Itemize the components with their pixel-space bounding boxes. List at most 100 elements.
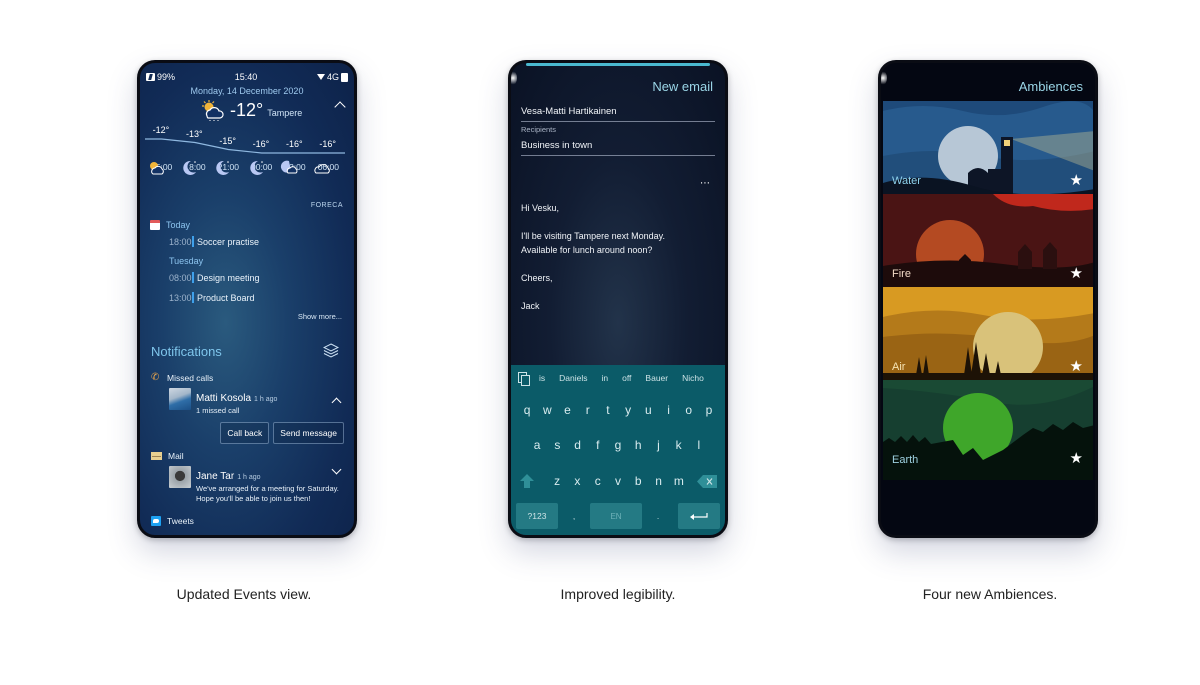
event-color-bar (192, 272, 194, 283)
key-h[interactable]: h (628, 438, 648, 452)
forecast-slot[interactable]: 21:00 (213, 159, 243, 175)
moon-cloud-icon (280, 160, 298, 174)
missed-call-notification[interactable]: Matti Kosola 1 h ago 1 missed call (169, 388, 344, 416)
missed-calls-group: ✆ Missed calls Matti Kosola 1 h ago 1 mis… (151, 373, 344, 444)
suggestion[interactable]: is (539, 373, 545, 383)
moon-icon (183, 160, 196, 175)
notifications-heading: Notifications (151, 344, 222, 359)
forecast-slot[interactable]: 15:00 (147, 159, 177, 175)
body-line: Jack (521, 301, 540, 311)
key-s[interactable]: s (547, 438, 567, 452)
show-more-link[interactable]: Show more... (298, 312, 342, 321)
key-r[interactable]: r (578, 403, 598, 417)
phone-icon: ✆ (151, 372, 160, 383)
key-n[interactable]: n (648, 474, 668, 488)
mail-preview-line: We've arranged for a meeting for Saturda… (196, 484, 339, 493)
event-time: 13:00 (169, 292, 192, 303)
subject-field[interactable]: Business in town (521, 140, 715, 156)
suggestion[interactable]: Daniels (559, 373, 587, 383)
event-time: 18:00 (169, 236, 192, 247)
suggestion[interactable]: in (602, 373, 609, 383)
key-q[interactable]: q (517, 403, 537, 417)
current-weather[interactable]: -12° Tampere (200, 99, 302, 121)
key-c[interactable]: c (588, 474, 608, 488)
key-o[interactable]: o (679, 403, 699, 417)
send-message-button[interactable]: Send message (273, 422, 344, 444)
collapse-weather-chevron-icon[interactable] (334, 101, 346, 113)
moon-icon (249, 160, 263, 175)
timestamp: 1 h ago (254, 396, 278, 403)
clear-notifications-layers-icon[interactable] (323, 343, 339, 359)
ambience-name: Fire (892, 268, 911, 280)
backspace-key-icon[interactable] (697, 475, 717, 488)
favorite-star-icon[interactable]: ★ (1070, 451, 1083, 466)
key-j[interactable]: j (648, 438, 668, 452)
page-indicator-glow (511, 71, 517, 85)
forecast-temperature: -15° (219, 135, 236, 146)
space-key[interactable]: EN (590, 503, 642, 529)
forecast-temperature: -12° (152, 125, 170, 135)
forecast-slot[interactable]: 06:00 (313, 159, 343, 174)
forecast-slot[interactable]: 18:00 (180, 159, 210, 175)
key-b[interactable]: b (628, 474, 648, 488)
sim-icon (341, 72, 348, 82)
email-body-field[interactable]: Hi Vesku, I'll be visiting Tampere next … (521, 201, 715, 327)
forecast-temperature: -16° (319, 139, 336, 149)
key-p[interactable]: p (699, 403, 719, 417)
calendar-event[interactable]: 13:00 Product Board (169, 292, 344, 303)
period-key[interactable]: . (647, 511, 669, 521)
tweets-group[interactable]: Tweets (151, 516, 344, 526)
forecast-slot[interactable]: 00:00 (247, 159, 277, 175)
favorite-star-icon[interactable]: ★ (1070, 173, 1083, 188)
page-indicator-glow (881, 71, 887, 85)
fire-ambience-image (883, 194, 1093, 287)
key-w[interactable]: w (537, 403, 557, 417)
key-l[interactable]: l (689, 438, 709, 452)
air-ambience-image (883, 287, 1093, 380)
to-field[interactable]: Vesa-Matti Hartikainen (521, 106, 715, 122)
favorite-star-icon[interactable]: ★ (1070, 266, 1083, 281)
partly-cloudy-sun-icon (202, 100, 224, 121)
favorite-star-icon[interactable]: ★ (1070, 359, 1083, 374)
symbols-key[interactable]: ?123 (516, 503, 558, 529)
cloud-icon (314, 164, 331, 174)
shift-key-icon[interactable] (519, 473, 535, 489)
calendar-event[interactable]: 18:00 Soccer practise (169, 236, 344, 247)
twitter-icon (151, 516, 161, 526)
forecast-slot[interactable]: 03:00 (280, 159, 310, 174)
key-d[interactable]: d (567, 438, 587, 452)
weather-provider-logo[interactable]: FORECA (311, 202, 343, 209)
ambience-water[interactable]: Water ★ (883, 101, 1093, 194)
clipboard-icon[interactable] (518, 371, 530, 386)
body-line: Hi Vesku, (521, 203, 560, 213)
key-e[interactable]: e (557, 403, 577, 417)
call-back-button[interactable]: Call back (220, 422, 270, 444)
ambience-earth[interactable]: Earth ★ (883, 380, 1093, 480)
key-g[interactable]: g (608, 438, 628, 452)
key-m[interactable]: m (669, 474, 689, 488)
city-name: Tampere (267, 107, 303, 118)
calendar-event[interactable]: 08:00 Design meeting (169, 272, 344, 283)
comma-key[interactable]: , (563, 511, 585, 521)
key-k[interactable]: k (669, 438, 689, 452)
contact-name: Matti Kosola (196, 393, 252, 404)
ambience-air[interactable]: Air ★ (883, 287, 1093, 380)
collapse-chevron-icon[interactable] (331, 397, 342, 408)
key-z[interactable]: z (547, 474, 567, 488)
hourly-forecast: -12° 15:00 -13° 18:00 -15° 21:00 -16° 00:00 -16°… (145, 125, 345, 195)
suggestion[interactable]: off (622, 373, 631, 383)
enter-key[interactable] (678, 503, 720, 529)
key-x[interactable]: x (567, 474, 587, 488)
mail-notification[interactable]: Jane Tar 1 h ago We've arranged for a mee… (169, 464, 344, 504)
key-a[interactable]: a (527, 438, 547, 452)
key-i[interactable]: i (658, 403, 678, 417)
key-u[interactable]: u (638, 403, 658, 417)
key-y[interactable]: y (618, 403, 638, 417)
key-f[interactable]: f (588, 438, 608, 452)
key-v[interactable]: v (608, 474, 628, 488)
ambience-fire[interactable]: Fire ★ (883, 194, 1093, 287)
more-options-icon[interactable]: ⋯ (700, 178, 710, 189)
suggestion[interactable]: Bauer (645, 373, 668, 383)
suggestion[interactable]: Nicho (682, 373, 704, 383)
key-t[interactable]: t (598, 403, 618, 417)
